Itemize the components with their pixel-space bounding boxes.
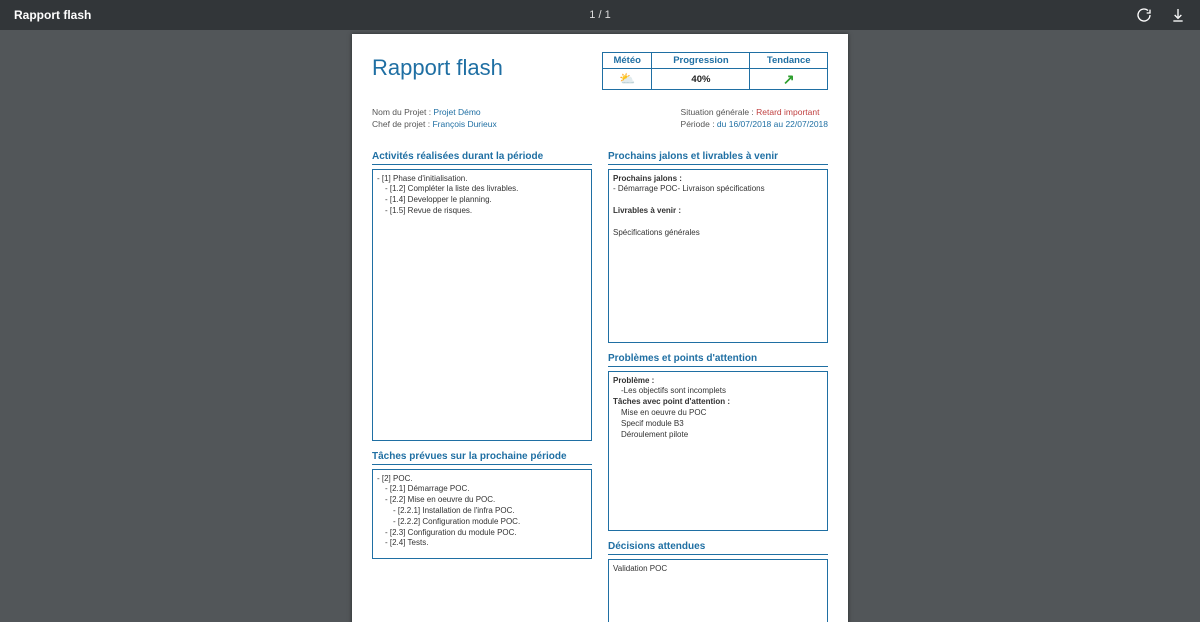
activities-title: Activités réalisées durant la période xyxy=(372,151,592,165)
decisions-text: Validation POC xyxy=(613,564,667,573)
activities-line: - [1.5] Revue de risques. xyxy=(377,206,587,217)
milestones-box: Prochains jalons : - Démarrage POC- Livr… xyxy=(608,169,828,343)
download-icon[interactable] xyxy=(1170,7,1186,23)
milestones-deliverables-text: Spécifications générales xyxy=(613,228,700,237)
project-label: Nom du Projet : xyxy=(372,107,433,117)
pdf-viewport[interactable]: Rapport flash Météo Progression Tendance… xyxy=(0,30,1200,622)
trend-up-icon: ↗ xyxy=(783,71,795,87)
situation-label: Situation générale : xyxy=(681,107,757,117)
decisions-title: Décisions attendues xyxy=(608,541,828,555)
project-value: Projet Démo xyxy=(433,107,480,117)
tasks-line: - [2.2] Mise en oeuvre du POC. xyxy=(377,495,587,506)
tasks-box: - [2] POC. - [2.1] Démarrage POC. - [2.2… xyxy=(372,469,592,559)
activities-line: - [1.4] Developper le planning. xyxy=(377,195,587,206)
problems-title: Problèmes et points d'attention xyxy=(608,353,828,367)
manager-label: Chef de projet : xyxy=(372,119,432,129)
tasks-line: - [2.3] Configuration du module POC. xyxy=(377,528,587,539)
tasks-line: - [2.4] Tests. xyxy=(377,538,587,549)
weather-icon: ⛅ xyxy=(619,71,635,86)
status-header-weather: Météo xyxy=(603,53,652,69)
problems-attention-line: Specif module B3 xyxy=(613,419,823,430)
problems-problem-label: Problème : xyxy=(613,376,654,385)
problems-attention-label: Tâches avec point d'attention : xyxy=(613,397,730,406)
problems-attention-line: Mise en oeuvre du POC xyxy=(613,408,823,419)
period-label: Période : xyxy=(681,119,717,129)
milestones-jalons-label: Prochains jalons : xyxy=(613,174,682,183)
meta-right: Situation générale : Retard important Pé… xyxy=(681,106,828,131)
problems-box: Problème : -Les objectifs sont incomplet… xyxy=(608,371,828,531)
toolbar-page-count: 1 / 1 xyxy=(589,9,610,21)
tasks-line: - [2.2.2] Configuration module POC. xyxy=(377,517,587,528)
activities-line: - [1.2] Compléter la liste des livrables… xyxy=(377,184,587,195)
status-trend-cell: ↗ xyxy=(750,69,828,90)
left-column: Activités réalisées durant la période - … xyxy=(372,141,592,622)
toolbar-title: Rapport flash xyxy=(14,8,91,22)
status-header-progress: Progression xyxy=(652,53,750,69)
milestones-jalons-text: - Démarrage POC- Livraison spécification… xyxy=(613,184,765,193)
status-weather-cell: ⛅ xyxy=(603,69,652,90)
milestones-title: Prochains jalons et livrables à venir xyxy=(608,151,828,165)
tasks-line: - [2.1] Démarrage POC. xyxy=(377,484,587,495)
tasks-line: - [2.2.1] Installation de l'infra POC. xyxy=(377,506,587,517)
meta-left: Nom du Projet : Projet Démo Chef de proj… xyxy=(372,106,497,131)
decisions-box: Validation POC xyxy=(608,559,828,622)
pdf-toolbar: Rapport flash 1 / 1 xyxy=(0,0,1200,30)
problems-attention-line: Déroulement pilote xyxy=(613,430,823,441)
period-value: du 16/07/2018 au 22/07/2018 xyxy=(717,119,828,129)
right-column: Prochains jalons et livrables à venir Pr… xyxy=(608,141,828,622)
tasks-line: - [2] POC. xyxy=(377,474,413,483)
pdf-page: Rapport flash Météo Progression Tendance… xyxy=(352,34,848,622)
rotate-icon[interactable] xyxy=(1136,7,1152,23)
situation-value: Retard important xyxy=(756,107,819,117)
tasks-title: Tâches prévues sur la prochaine période xyxy=(372,451,592,465)
activities-line: - [1] Phase d'initialisation. xyxy=(377,174,467,183)
manager-value: François Durieux xyxy=(432,119,496,129)
problems-problem-text: -Les objectifs sont incomplets xyxy=(613,386,823,397)
status-progress-cell: 40% xyxy=(652,69,750,90)
document-title: Rapport flash xyxy=(372,52,503,80)
status-header-trend: Tendance xyxy=(750,53,828,69)
activities-box: - [1] Phase d'initialisation. - [1.2] Co… xyxy=(372,169,592,441)
milestones-deliverables-label: Livrables à venir : xyxy=(613,206,681,215)
status-table: Météo Progression Tendance ⛅ 40% ↗ xyxy=(602,52,828,90)
